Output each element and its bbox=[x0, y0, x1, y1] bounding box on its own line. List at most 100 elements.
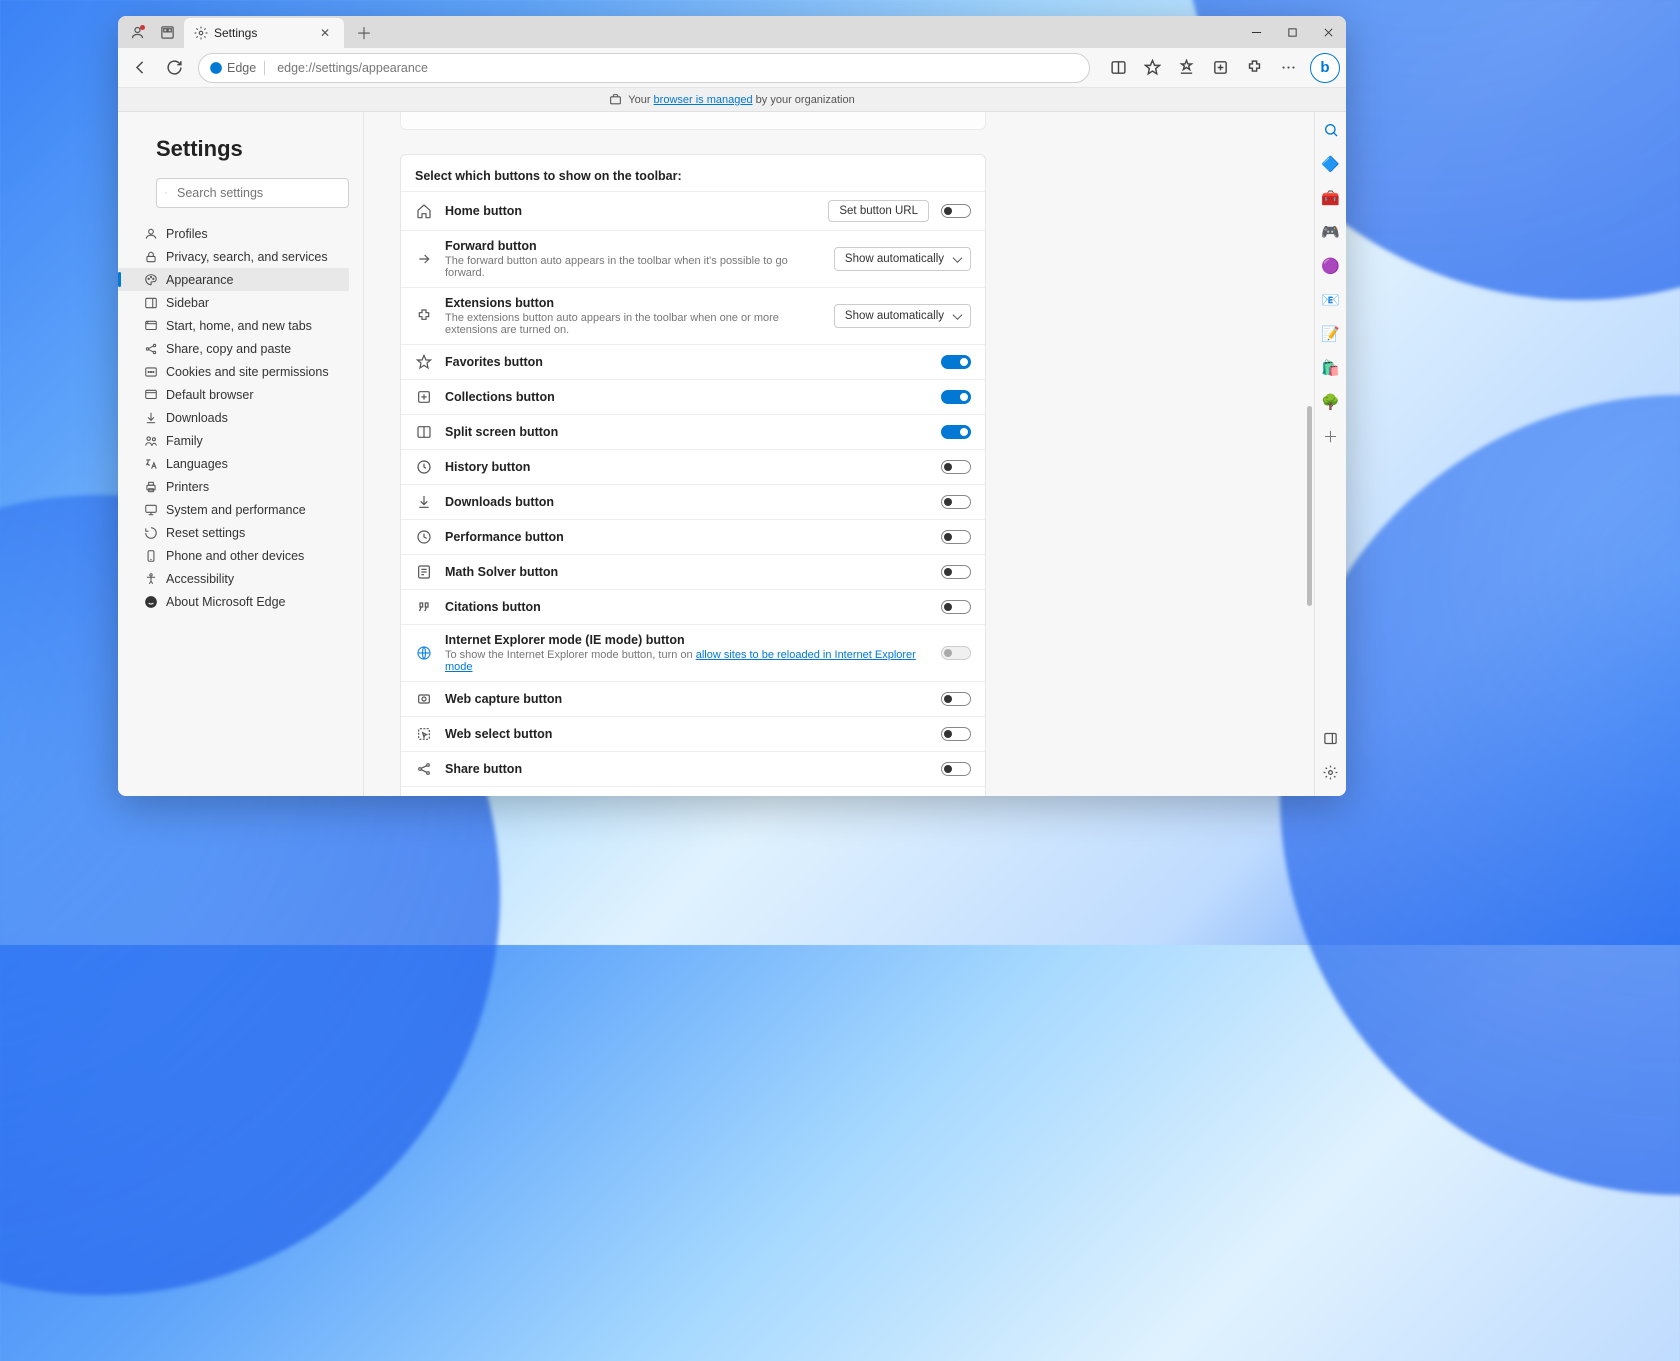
refresh-button[interactable] bbox=[158, 52, 190, 84]
favorites-list-button[interactable] bbox=[1170, 52, 1202, 84]
favorites-label: Favorites button bbox=[445, 355, 929, 369]
sidebar-settings-icon[interactable] bbox=[1319, 760, 1343, 784]
collections-button[interactable] bbox=[1204, 52, 1236, 84]
nav-item-languages[interactable]: Languages bbox=[118, 452, 349, 475]
nav-item-label: Cookies and site permissions bbox=[166, 365, 329, 379]
favorites-toggle[interactable] bbox=[941, 355, 971, 369]
nav-item-sidebar[interactable]: Sidebar bbox=[118, 291, 349, 314]
nav-item-accessibility[interactable]: Accessibility bbox=[118, 567, 349, 590]
citations-toggle[interactable] bbox=[941, 600, 971, 614]
row-shareb: Share button bbox=[401, 751, 985, 786]
home-extra-button[interactable]: Set button URL bbox=[828, 200, 929, 222]
favorite-button[interactable] bbox=[1136, 52, 1168, 84]
webcapture-toggle[interactable] bbox=[941, 692, 971, 706]
window-close-button[interactable] bbox=[1310, 16, 1346, 48]
webselect-toggle[interactable] bbox=[941, 727, 971, 741]
site-identity[interactable]: Edge bbox=[209, 61, 265, 75]
split-icon bbox=[415, 423, 433, 441]
nav-item-profile[interactable]: Profiles bbox=[118, 222, 349, 245]
address-bar[interactable]: Edge edge://settings/appearance bbox=[198, 53, 1090, 83]
shareb-icon bbox=[415, 760, 433, 778]
nav-item-download[interactable]: Downloads bbox=[118, 406, 349, 429]
home-toggle[interactable] bbox=[941, 204, 971, 218]
menu-button[interactable] bbox=[1272, 52, 1304, 84]
settings-content[interactable]: Select which buttons to show on the tool… bbox=[364, 112, 1314, 796]
extensions-dropdown[interactable]: Show automatically bbox=[834, 304, 971, 328]
bing-button[interactable]: b bbox=[1310, 53, 1340, 83]
extensions-icon bbox=[415, 307, 433, 325]
ie-desc-link[interactable]: allow sites to be reloaded in Internet E… bbox=[445, 649, 916, 673]
performance-icon bbox=[415, 528, 433, 546]
start-icon bbox=[144, 319, 158, 333]
share-icon bbox=[144, 342, 158, 356]
row-split: Split screen button bbox=[401, 414, 985, 449]
history-toggle[interactable] bbox=[941, 460, 971, 474]
performance-toggle[interactable] bbox=[941, 530, 971, 544]
tab-close-button[interactable]: ✕ bbox=[316, 24, 334, 42]
webcapture-label: Web capture button bbox=[445, 692, 929, 706]
settings-search[interactable] bbox=[156, 178, 349, 208]
window-maximize-button[interactable] bbox=[1274, 16, 1310, 48]
row-extensions: Extensions button The extensions button … bbox=[401, 287, 985, 344]
downloads-toggle[interactable] bbox=[941, 495, 971, 509]
managed-link[interactable]: browser is managed bbox=[654, 94, 753, 106]
scrollbar-thumb[interactable] bbox=[1307, 406, 1312, 606]
family-icon bbox=[144, 434, 158, 448]
collections-toggle[interactable] bbox=[941, 390, 971, 404]
nav-item-lock[interactable]: Privacy, search, and services bbox=[118, 245, 349, 268]
forward-label: Forward button bbox=[445, 239, 822, 253]
math-toggle[interactable] bbox=[941, 565, 971, 579]
downloads-label: Downloads button bbox=[445, 495, 929, 509]
new-tab-button[interactable]: ＋ bbox=[350, 18, 378, 46]
extensions-button[interactable] bbox=[1238, 52, 1270, 84]
nav-item-phone[interactable]: Phone and other devices bbox=[118, 544, 349, 567]
sidebar-drop-icon[interactable]: 📝 bbox=[1319, 322, 1343, 346]
sidebar-tools-icon[interactable]: 🧰 bbox=[1319, 186, 1343, 210]
nav-item-appearance[interactable]: Appearance bbox=[118, 268, 349, 291]
sidebar-image-icon[interactable]: 🛍️ bbox=[1319, 356, 1343, 380]
ie-icon bbox=[415, 644, 433, 662]
address-url: edge://settings/appearance bbox=[277, 61, 428, 75]
settings-search-input[interactable] bbox=[175, 185, 340, 201]
row-citations: Citations button bbox=[401, 589, 985, 624]
sidebar-hide-icon[interactable] bbox=[1319, 726, 1343, 750]
performance-label: Performance button bbox=[445, 530, 929, 544]
shareb-toggle[interactable] bbox=[941, 762, 971, 776]
tab-actions-button[interactable] bbox=[154, 19, 180, 45]
sidebar-office-icon[interactable]: 🟣 bbox=[1319, 254, 1343, 278]
sidebar-tree-icon[interactable]: 🌳 bbox=[1319, 390, 1343, 414]
tab-settings[interactable]: Settings ✕ bbox=[184, 18, 344, 48]
nav-item-label: Default browser bbox=[166, 388, 254, 402]
row-downloads: Downloads button bbox=[401, 484, 985, 519]
nav-item-family[interactable]: Family bbox=[118, 429, 349, 452]
sidebar-add-icon[interactable]: ＋ bbox=[1319, 424, 1343, 448]
sidebar-outlook-icon[interactable]: 📧 bbox=[1319, 288, 1343, 312]
split-toggle[interactable] bbox=[941, 425, 971, 439]
tab-title: Settings bbox=[214, 26, 257, 40]
sidebar-games-icon[interactable]: 🎮 bbox=[1319, 220, 1343, 244]
nav-item-default[interactable]: Default browser bbox=[118, 383, 349, 406]
window-minimize-button[interactable] bbox=[1238, 16, 1274, 48]
split-screen-button[interactable] bbox=[1102, 52, 1134, 84]
profile-button[interactable] bbox=[124, 19, 150, 45]
lock-icon bbox=[144, 250, 158, 264]
row-ie: Internet Explorer mode (IE mode) button … bbox=[401, 624, 985, 681]
nav-item-system[interactable]: System and performance bbox=[118, 498, 349, 521]
feedback-icon bbox=[415, 795, 433, 796]
nav-item-printers[interactable]: Printers bbox=[118, 475, 349, 498]
nav-item-cookies[interactable]: Cookies and site permissions bbox=[118, 360, 349, 383]
forward-icon bbox=[415, 250, 433, 268]
nav-item-label: Profiles bbox=[166, 227, 208, 241]
back-button[interactable] bbox=[124, 52, 156, 84]
sidebar-shopping-icon[interactable]: 🔷 bbox=[1319, 152, 1343, 176]
about-icon bbox=[144, 595, 158, 609]
sidebar-search-icon[interactable] bbox=[1319, 118, 1343, 142]
nav-item-share[interactable]: Share, copy and paste bbox=[118, 337, 349, 360]
forward-dropdown[interactable]: Show automatically bbox=[834, 247, 971, 271]
history-label: History button bbox=[445, 460, 929, 474]
nav-item-about[interactable]: About Microsoft Edge bbox=[118, 590, 349, 613]
managed-banner: Your browser is managed by your organiza… bbox=[118, 88, 1346, 112]
nav-item-start[interactable]: Start, home, and new tabs bbox=[118, 314, 349, 337]
nav-item-reset[interactable]: Reset settings bbox=[118, 521, 349, 544]
extensions-label: Extensions button bbox=[445, 296, 822, 310]
